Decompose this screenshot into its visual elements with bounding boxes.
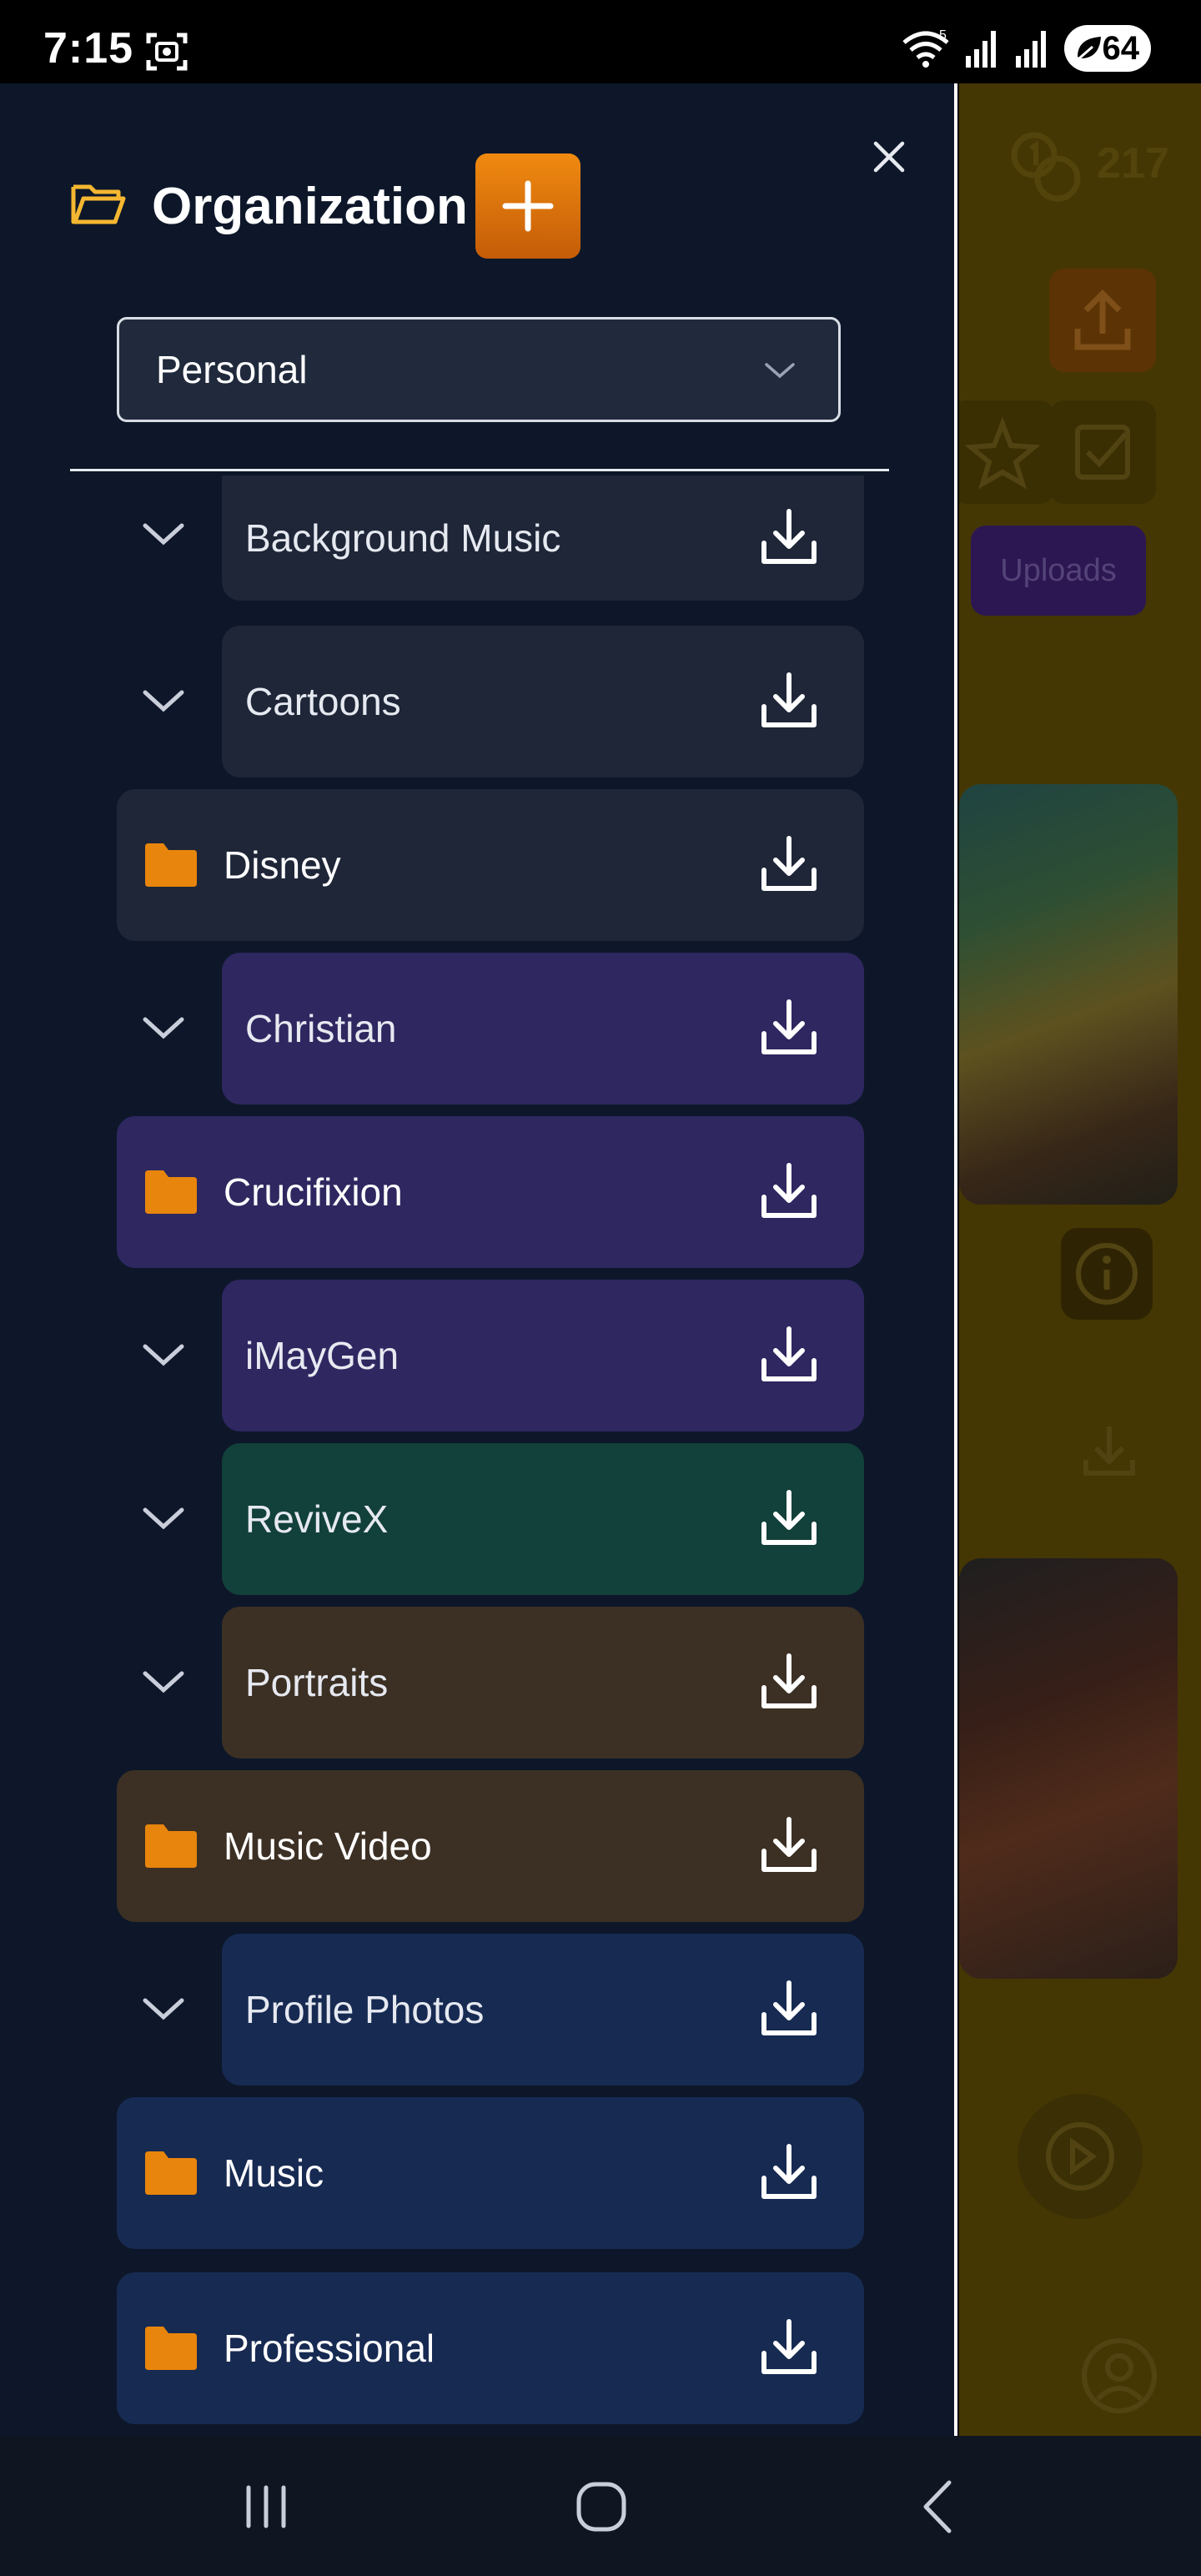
folder-icon (145, 2151, 197, 2195)
battery-saver-icon (1078, 37, 1101, 60)
folder-icon (145, 1170, 197, 1214)
folder-label: Disney (224, 843, 341, 887)
battery-level: 64 (1102, 29, 1140, 67)
folder-item[interactable]: Christian (222, 953, 864, 1104)
chevron-down-icon[interactable] (140, 1340, 187, 1370)
drawer-title: Organization (152, 178, 468, 235)
folder-item[interactable]: Portraits (222, 1607, 864, 1758)
drawer-header: Organization Personal (0, 83, 957, 475)
folder-label: Profile Photos (245, 1988, 485, 2031)
folder-item[interactable]: ReviveX (222, 1443, 864, 1595)
add-folder-button[interactable] (475, 153, 580, 259)
chevron-down-icon[interactable] (140, 1667, 187, 1697)
battery-indicator: 64 (1064, 25, 1151, 72)
folder-icon (145, 843, 197, 887)
folder-label: Crucifixion (224, 1170, 403, 1214)
folder-icon (145, 1824, 197, 1868)
status-icons: 5 64 (901, 25, 1151, 72)
download-icon[interactable] (756, 505, 822, 571)
folder-item[interactable]: Music Video (117, 1770, 864, 1922)
workspace-select-value: Personal (156, 348, 308, 391)
folder-label: Portraits (245, 1661, 389, 1704)
wifi-icon: 5 (902, 28, 949, 68)
download-icon[interactable] (756, 668, 822, 735)
signal-icon (1016, 31, 1046, 68)
download-icon[interactable] (756, 832, 822, 898)
chevron-down-icon[interactable] (140, 686, 187, 716)
recent-apps-icon[interactable] (229, 2469, 304, 2544)
download-icon[interactable] (756, 1813, 822, 1879)
system-nav-bar (0, 2436, 1201, 2576)
download-icon[interactable] (756, 2315, 822, 2382)
folder-label: ReviveX (245, 1497, 389, 1541)
folder-label: Professional (224, 2327, 435, 2370)
download-icon[interactable] (756, 995, 822, 1062)
chevron-down-icon[interactable] (140, 1013, 187, 1043)
download-icon[interactable] (756, 1486, 822, 1552)
folder-icon (145, 2327, 197, 2370)
workspace-select[interactable]: Personal (117, 317, 841, 422)
folder-label: Music (224, 2151, 324, 2195)
divider (70, 469, 889, 471)
folder-item[interactable]: Cartoons (222, 626, 864, 777)
download-icon[interactable] (756, 1976, 822, 2043)
chevron-down-icon (765, 363, 795, 379)
download-icon[interactable] (756, 2140, 822, 2206)
folder-label: Christian (245, 1007, 397, 1050)
home-icon[interactable] (564, 2469, 639, 2544)
background-app: 217 Uploads (959, 83, 1201, 2436)
folder-open-icon (71, 184, 126, 224)
chevron-down-icon[interactable] (140, 1503, 187, 1533)
download-icon[interactable] (756, 1322, 822, 1389)
svg-text:5: 5 (939, 28, 947, 43)
plus-icon (502, 180, 554, 232)
screenshot-icon (146, 33, 188, 71)
folder-item[interactable]: Crucifixion (117, 1116, 864, 1268)
status-time: 7:15 (43, 24, 134, 73)
folder-tree: Background Music Cartoons Disney Christi… (0, 475, 957, 2436)
folder-item[interactable]: Profile Photos (222, 1934, 864, 2085)
signal-icon (966, 31, 996, 68)
chevron-down-icon[interactable] (140, 519, 187, 549)
chevron-down-icon[interactable] (140, 1994, 187, 2024)
back-icon[interactable] (901, 2469, 976, 2544)
folder-label: Cartoons (245, 680, 401, 723)
folder-item[interactable]: Music (117, 2097, 864, 2249)
folder-label: Music Video (224, 1824, 432, 1868)
folder-label: iMayGen (245, 1334, 399, 1377)
status-bar: 7:15 5 64 (0, 0, 1201, 83)
download-icon[interactable] (756, 1649, 822, 1716)
close-icon[interactable] (864, 132, 914, 182)
folder-item[interactable]: Disney (117, 789, 864, 941)
folder-item[interactable]: Professional (117, 2272, 864, 2424)
organization-drawer: Organization Personal Background Music C… (0, 83, 957, 2436)
folder-item[interactable]: Background Music (222, 475, 864, 601)
folder-label: Background Music (245, 516, 561, 560)
download-icon[interactable] (756, 1159, 822, 1225)
folder-item[interactable]: iMayGen (222, 1280, 864, 1431)
